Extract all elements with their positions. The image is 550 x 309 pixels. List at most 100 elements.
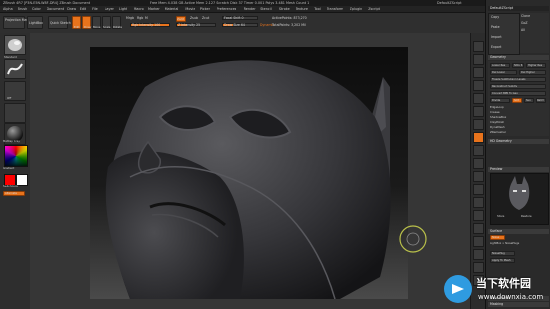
restore-button[interactable]: Restore (521, 214, 532, 219)
menu-movie[interactable]: Movie (185, 6, 195, 12)
clone-button[interactable]: Clone (521, 14, 530, 19)
polyf-icon[interactable] (473, 223, 484, 234)
lower-res-button[interactable]: Lower Res (490, 63, 510, 68)
menu-draw[interactable]: Draw (67, 6, 76, 12)
draw-size-slider[interactable]: Draw Size 64 (222, 23, 258, 27)
reuv-toggle[interactable]: ReUV (536, 98, 546, 103)
alpha-selector[interactable]: Off (4, 81, 26, 101)
quick-sketch-button[interactable]: Quick Sketch (48, 16, 71, 29)
del-lower-button[interactable]: Del Lower (490, 70, 517, 75)
preview-header[interactable]: Preview (488, 167, 549, 172)
brush-selector[interactable] (4, 35, 26, 55)
menu-brush[interactable]: Brush (18, 6, 28, 12)
menu-tool[interactable]: Tool (314, 6, 321, 12)
focal-shift-slider[interactable]: Focal Shift 0 (222, 16, 258, 20)
rotate-icon[interactable] (473, 210, 484, 221)
apply-to-mesh-button[interactable]: Apply To Mesh (490, 258, 515, 263)
menu-file[interactable]: File (92, 6, 98, 12)
gradient-label[interactable]: Gradient (3, 167, 14, 171)
xyz-icon[interactable] (473, 158, 484, 169)
menu-texture[interactable]: Texture (296, 6, 308, 12)
menu-edit[interactable]: Edit (80, 6, 87, 12)
geometry-header[interactable]: Geometry (488, 55, 549, 60)
divide-button[interactable]: Divide (490, 98, 510, 103)
convert-bpr-button[interactable]: Convert BPR To Geo (490, 91, 546, 96)
rgb-intensity-slider[interactable]: Rgb Intensity 100 (130, 23, 170, 27)
menu-alpha[interactable]: Alpha (3, 6, 13, 12)
menu-zscript[interactable]: Zscript (368, 6, 380, 12)
menu-macro[interactable]: Macro (134, 6, 144, 12)
menu-marker[interactable]: Marker (148, 6, 160, 12)
noise-button[interactable]: Noise (490, 235, 505, 240)
menu-material[interactable]: Material (165, 6, 179, 12)
menu-light[interactable]: Light (119, 6, 127, 12)
reconstruct-subdiv-button[interactable]: Reconstruct Subdiv (490, 84, 546, 89)
zcut-button[interactable]: Zcut (202, 16, 209, 20)
hd-geometry-header[interactable]: HD Geometry (488, 139, 549, 144)
menu-stencil[interactable]: Stencil (260, 6, 271, 12)
default-zscript-header[interactable]: DefaultZScript (488, 6, 549, 11)
menu-preferences[interactable]: Preferences (217, 6, 237, 12)
floor-icon[interactable] (473, 132, 484, 143)
menu-document[interactable]: Document (47, 6, 65, 12)
stroke-selector[interactable] (4, 59, 26, 79)
aahalf-icon[interactable] (473, 106, 484, 117)
move-button[interactable]: Move (92, 16, 101, 29)
del-higher-button[interactable]: Del Higher (519, 70, 546, 75)
goz-button[interactable]: GoZ (521, 21, 528, 26)
color-picker[interactable] (4, 145, 28, 167)
zoom-icon[interactable] (473, 80, 484, 91)
sdiv-slider[interactable]: SDiv 6 (512, 63, 524, 68)
alternate-button[interactable]: Alternate (3, 191, 25, 196)
copy-button[interactable]: Copy (491, 15, 499, 20)
m-toggle[interactable]: M (145, 16, 148, 20)
lightbox-noiseplugs-link[interactable]: LightBox > NoisePlugs (490, 241, 519, 246)
paste-button[interactable]: Paste (491, 25, 500, 30)
surface-header[interactable]: Surface (488, 229, 549, 234)
persp-icon[interactable] (473, 119, 484, 130)
higher-res-button[interactable]: Higher Res (526, 63, 546, 68)
rotate-button[interactable]: Rotate (112, 16, 122, 29)
zremesher-item[interactable]: ZRemesher (490, 130, 506, 135)
menu-transform[interactable]: Transform (327, 6, 344, 12)
zsub-button[interactable]: Zsub (190, 16, 198, 20)
ghost-icon[interactable] (473, 249, 484, 260)
menu-picker[interactable]: Picker (200, 6, 210, 12)
rgb-toggle[interactable]: Rgb (137, 16, 143, 20)
menu-layer[interactable]: Layer (105, 6, 114, 12)
frame-icon[interactable] (473, 171, 484, 182)
scroll-icon[interactable] (473, 67, 484, 78)
noiseplug-button[interactable]: NoisePlug (490, 251, 515, 256)
bpr-icon[interactable] (473, 41, 484, 52)
menu-render[interactable]: Render (244, 6, 256, 12)
menu-zplugin[interactable]: Zplugin (350, 6, 363, 12)
export-button[interactable]: Export (491, 45, 501, 50)
import-button[interactable]: Import (491, 35, 502, 40)
menu-color[interactable]: Color (32, 6, 41, 12)
spix-icon[interactable] (473, 54, 484, 65)
draw-button[interactable]: Draw (82, 16, 91, 29)
material-label: MatCap Gray (3, 140, 20, 143)
edit-button[interactable]: Edit (72, 16, 81, 29)
texture-selector[interactable] (4, 103, 26, 123)
local-icon[interactable] (473, 145, 484, 156)
document-viewport[interactable] (90, 47, 408, 299)
store-button[interactable]: Store (497, 214, 504, 219)
scale-button[interactable]: Scale (102, 16, 111, 29)
switch-color-button[interactable]: SwitchColor (3, 185, 18, 189)
mrgb-toggle[interactable]: Mrgb (126, 16, 134, 20)
menu-stroke[interactable]: Stroke (279, 6, 290, 12)
freeze-subdivision-button[interactable]: Freeze SubDivision Levels (490, 77, 546, 82)
projection-master-button[interactable]: Projection Master (3, 16, 33, 29)
suv-toggle[interactable]: Suv (524, 98, 534, 103)
smt-toggle[interactable]: Smt (512, 98, 522, 103)
actual-icon[interactable] (473, 93, 484, 104)
move-icon[interactable] (473, 184, 484, 195)
tool-preview-window[interactable]: Store Restore (490, 173, 549, 225)
lightbox-button[interactable]: LightBox (27, 16, 43, 29)
z-intensity-slider[interactable]: Z Intensity 25 (176, 23, 216, 27)
zadd-button[interactable]: Zadd (176, 16, 186, 22)
transp-icon[interactable] (473, 236, 484, 247)
all-button[interactable]: All (521, 28, 525, 33)
scale-icon[interactable] (473, 197, 484, 208)
